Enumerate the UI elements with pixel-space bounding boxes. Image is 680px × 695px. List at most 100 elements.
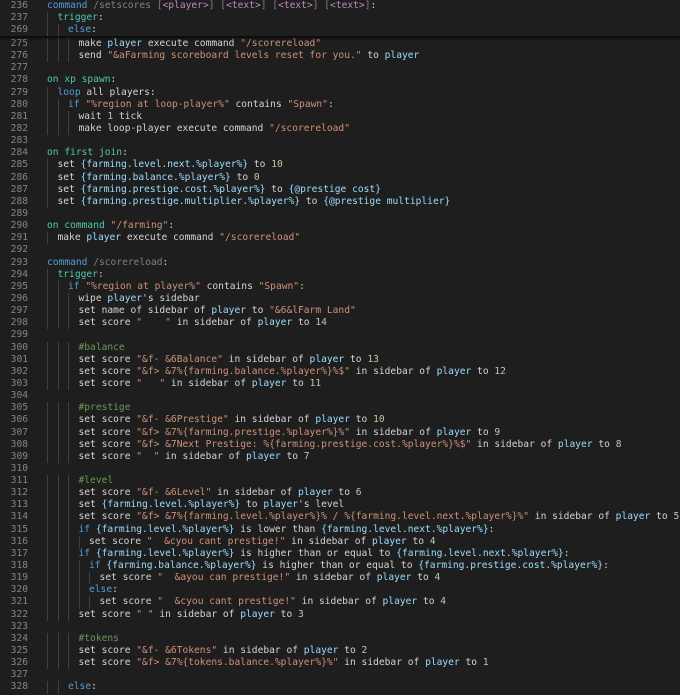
code-line[interactable]: 316 set score " &cyou cant prestige!" in … (0, 535, 680, 548)
code-token: #tokens (78, 632, 119, 644)
indent-guide (47, 535, 48, 548)
indent-guide (47, 122, 48, 136)
code-token: " " (136, 317, 171, 329)
indent-guide (68, 450, 69, 463)
code-line[interactable]: 281 wait 1 tick (0, 110, 680, 123)
line-number: 314 (10, 511, 28, 523)
code-line[interactable]: 288 set {farming.prestige.multiplier.%pla… (0, 195, 680, 208)
code-line[interactable]: 303 set score " " in sidebar of player to… (0, 377, 680, 391)
code-token: in sidebar of (170, 317, 258, 329)
code-token: player (107, 38, 143, 49)
code-line[interactable]: 311 #level (0, 475, 680, 488)
code-line[interactable]: 324 #tokens (0, 632, 680, 646)
code-line[interactable]: 320 else: (0, 584, 680, 597)
indent-guide (57, 499, 59, 512)
code-line[interactable]: 328 else: (0, 681, 680, 694)
code-line[interactable]: 299 (0, 329, 680, 341)
code-line[interactable]: 325 set score "&f- &6Tokens" in sidebar o… (0, 645, 680, 658)
code-line[interactable]: 277 (0, 62, 680, 74)
code-line[interactable]: 275 make player execute command "/scorere… (0, 38, 680, 51)
code-line[interactable]: 287 set {farming.prestige.cost.%player%} … (0, 183, 680, 196)
code-line[interactable]: 306 set score "&f- &6Prestige" in sidebar… (0, 414, 680, 427)
code-line[interactable]: 313 set {farming.level.%player%} to playe… (0, 499, 680, 512)
code-line[interactable]: 294 trigger: (0, 268, 680, 281)
code-line[interactable]: 284 on first join: (0, 147, 680, 159)
indent-guide (68, 632, 69, 646)
code-line[interactable]: 298 set score " " in sidebar of player to… (0, 317, 680, 330)
code-line[interactable]: 237 trigger: (0, 12, 680, 25)
line-number: 310 (10, 462, 28, 474)
code-token: " &cyou cant prestige!" (157, 596, 296, 608)
code-token: in sidebar of (529, 511, 616, 523)
code-line[interactable]: 282 make loop-player execute command "/sc… (0, 122, 680, 136)
code-line[interactable]: 296 wipe player's sidebar (0, 292, 680, 306)
code-token: : (370, 0, 377, 11)
line-number: 323 (10, 620, 28, 632)
indent-guide (47, 171, 48, 184)
code-line[interactable]: 283 (0, 135, 680, 147)
sticky-scroll-header[interactable]: 236 command /setscores [<player>] [<text>… (0, 0, 680, 37)
code-line[interactable]: 292 (0, 244, 680, 256)
code-line[interactable]: 236 command /setscores [<player>] [<text>… (0, 0, 680, 12)
code-token: loop (57, 86, 87, 98)
code-line[interactable]: 276 send "&aFarming scoreboard levels res… (0, 50, 680, 63)
code-line[interactable]: 310 (0, 463, 680, 475)
code-token: command (47, 0, 94, 11)
code-token: "&f- &6Balance" (136, 353, 223, 365)
code-line[interactable]: 285 set {farming.level.next.%player%} to … (0, 159, 680, 172)
code-line[interactable]: 304 (0, 390, 680, 402)
code-line[interactable]: 321 set score " &cyou cant prestige!" in … (0, 596, 680, 609)
code-line[interactable]: 307 set score "&f> &7%{farming.prestige.%… (0, 426, 680, 439)
code-token: #prestige (78, 402, 131, 414)
indent-guide (68, 317, 69, 330)
indent-guide (57, 110, 59, 123)
indent-guide (47, 305, 48, 318)
code-line[interactable]: 326 set score "&f> &7%{tokens.balance.%pl… (0, 657, 680, 670)
code-line[interactable]: 308 set score "&f> &7Next Prestige: %{far… (0, 438, 680, 451)
code-line[interactable]: 312 set score "&f- &6Level" in sidebar of… (0, 487, 680, 500)
code-token: ] [ (312, 0, 331, 11)
code-line[interactable]: 269 else: (0, 24, 680, 37)
code-line[interactable]: 300 #balance (0, 341, 680, 354)
code-line[interactable]: 297 set name of sidebar of player to "&6&… (0, 305, 680, 318)
code-line[interactable]: 315 if {farming.level.%player%} is lower … (0, 523, 680, 536)
code-line[interactable]: 323 (0, 621, 680, 633)
code-line[interactable]: 301 set score "&f- &6Balance" in sidebar … (0, 353, 680, 366)
code-line[interactable]: 305 #prestige (0, 402, 680, 415)
code-line[interactable]: 295 if "%region at player%" contains "Spa… (0, 280, 680, 293)
indent-guide (68, 572, 69, 585)
code-editor[interactable]: 236 command /setscores [<player>] [<text>… (0, 0, 680, 695)
code-line[interactable]: 293 command /scorereload: (0, 257, 680, 269)
code-line[interactable]: 278 on xp spawn: (0, 74, 680, 86)
code-lines[interactable]: 275 make player execute command "/scorere… (0, 38, 680, 694)
indent-guide (47, 584, 48, 597)
code-line[interactable]: 280 if "%region at loop-player%" contains… (0, 98, 680, 111)
code-line[interactable]: 317 if {farming.level.%player%} is higher… (0, 547, 680, 561)
indent-guide (78, 572, 80, 585)
code-line[interactable]: 302 set score "&f> &7%{farming.balance.%p… (0, 365, 680, 378)
indent-guide (57, 402, 59, 415)
line-number: 322 (10, 608, 28, 620)
code-token: to (338, 645, 362, 657)
code-line[interactable]: 286 set {farming.balance.%player%} to 0 (0, 171, 680, 184)
code-line[interactable]: 291 make player execute command "/scorere… (0, 232, 680, 245)
indent-guide (57, 377, 59, 391)
code-token: player (315, 414, 350, 426)
code-line[interactable]: 309 set score " " in sidebar of player to… (0, 450, 680, 463)
code-line[interactable]: 322 set score " " in sidebar of player to… (0, 608, 680, 621)
code-line[interactable]: 327 (0, 669, 680, 681)
code-token: {farming.prestige.cost.%player%} (80, 183, 266, 195)
code-line[interactable]: 279 loop all players: (0, 86, 680, 99)
code-line[interactable]: 289 (0, 208, 680, 220)
code-token: to (280, 450, 304, 462)
indent-guide (57, 280, 59, 293)
indent-guide (57, 122, 59, 136)
indent-guide (68, 292, 69, 306)
indent-guide (47, 183, 48, 196)
code-line[interactable]: 319 set score " &ayou can prestige!" in s… (0, 572, 680, 585)
code-line[interactable]: 290 on command "/farming": (0, 220, 680, 232)
code-token: to (406, 535, 430, 547)
code-token: player (372, 535, 407, 547)
code-line[interactable]: 314 set score "&f> &7%{farming.level.%pla… (0, 511, 680, 524)
code-line[interactable]: 318 if {farming.balance.%player%} is high… (0, 560, 680, 573)
